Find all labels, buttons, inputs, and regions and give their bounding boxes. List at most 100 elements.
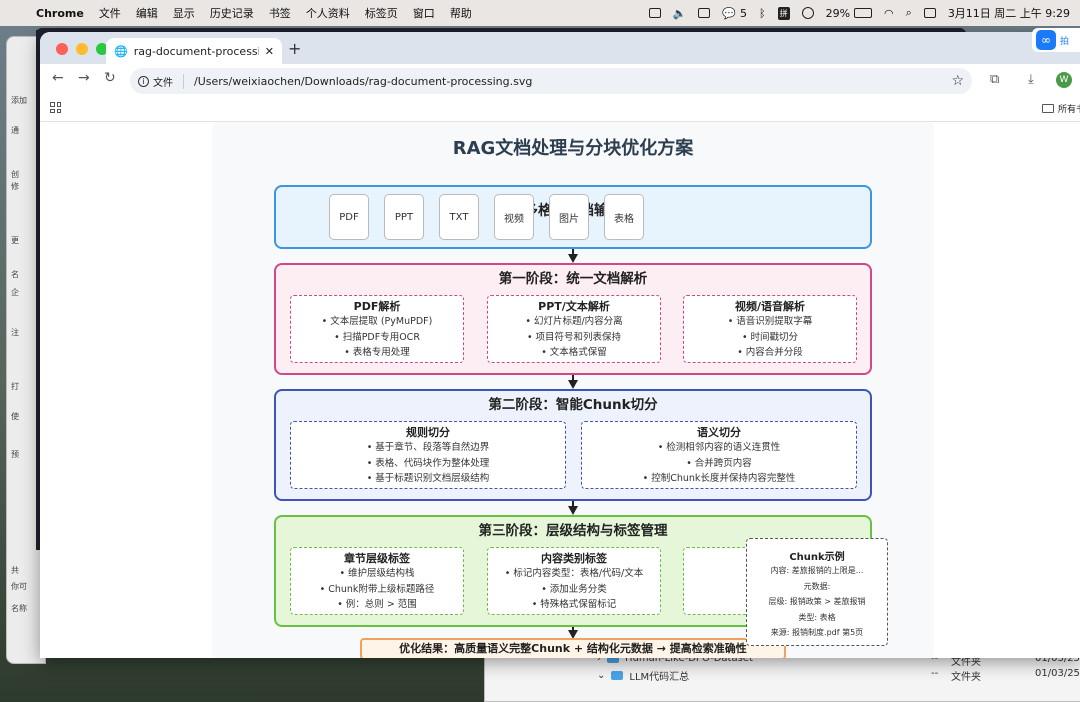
example-title: Chunk示例: [789, 552, 845, 563]
stage2-card-rule: 规则切分 • 基于章节、段落等自然边界 • 表格、代码块作为整体处理 • 基于标…: [290, 421, 566, 489]
baidu-netdisk-widget[interactable]: ∞ 拍: [1032, 28, 1080, 52]
bookmark-star-icon[interactable]: ☆: [951, 73, 964, 89]
finder-row-size: --: [931, 668, 939, 679]
wifi-icon[interactable]: ◠: [884, 7, 894, 20]
side-item: 你可: [11, 582, 27, 591]
menu-help[interactable]: 帮助: [450, 5, 472, 21]
card-line: • 时间戳切分: [741, 331, 799, 343]
menu-tab[interactable]: 标签页: [365, 5, 398, 21]
example-line: 类型: 表格: [798, 612, 836, 622]
card-line: • 基于章节、段落等自然边界: [366, 442, 490, 453]
close-tab-icon[interactable]: ✕: [265, 45, 274, 58]
input-type-pdf: PDF: [329, 194, 369, 240]
card-line: • 控制Chunk长度并保持内容完整性: [642, 473, 796, 484]
forward-button[interactable]: →: [78, 70, 90, 86]
card-line: • 维护层级结构栈: [339, 568, 415, 579]
battery-percent: 29%: [825, 6, 851, 20]
stage1-card-video: 视频/语音解析 • 语音识别提取字幕 • 时间戳切分 • 内容合并分段: [683, 295, 857, 363]
card-title: 视频/语音解析: [734, 300, 806, 313]
card-title: PPT/文本解析: [538, 300, 610, 313]
example-line: 层级: 报销政策 > 差旅报销: [768, 597, 866, 606]
apps-grid-icon[interactable]: [50, 102, 61, 113]
extensions-icon[interactable]: ⧉: [990, 72, 999, 87]
new-tab-button[interactable]: +: [288, 39, 301, 58]
card-line: • 内容合并分段: [737, 347, 803, 358]
card-line: • 特殊格式保留标记: [531, 599, 617, 610]
menu-view[interactable]: 显示: [173, 5, 195, 21]
stage2-title: 第二阶段：智能Chunk切分: [488, 397, 658, 413]
folder-icon: [1042, 104, 1054, 113]
spotlight-search-icon[interactable]: ⌕: [906, 6, 912, 20]
tab-strip: 🌐 rag-document-processing.svg ✕ +: [40, 32, 1080, 64]
card-line: • 基于标题识别文档层级结构: [366, 473, 490, 484]
diagram-title: RAG文档处理与分块优化方案: [452, 138, 694, 159]
flow-arrow: [568, 254, 578, 263]
menu-profiles[interactable]: 个人资料: [306, 5, 350, 21]
card-title: 规则切分: [406, 426, 450, 439]
finder-row[interactable]: ⌄ LLM代码汇总: [597, 668, 689, 683]
menu-window[interactable]: 窗口: [413, 5, 435, 21]
card-line: • 幻灯片标题/内容分离: [525, 316, 623, 327]
example-line: 内容: 差旅报销的上限是...: [770, 566, 864, 575]
profile-avatar[interactable]: W: [1056, 72, 1072, 88]
card-title: 语义切分: [697, 426, 741, 439]
tab-active[interactable]: 🌐 rag-document-processing.svg ✕: [106, 38, 282, 64]
screen-mirror-icon[interactable]: [648, 8, 661, 18]
url-text[interactable]: /Users/weixiaochen/Downloads/rag-documen…: [194, 75, 532, 88]
card-line: • 语音识别提取字幕: [727, 316, 813, 327]
stage3-card-category: 内容类别标签 • 标记内容类型：表格/代码/文本 • 添加业务分类 • 特殊格式…: [487, 547, 661, 615]
wechat-status[interactable]: 💬 5: [722, 7, 747, 20]
card-line: • 项目符号和列表保持: [526, 331, 622, 343]
control-center-icon[interactable]: [923, 8, 936, 18]
page-content: RAG文档处理与分块优化方案 多格式文档输入 PDF PPT TXT 视频 图片…: [40, 122, 1080, 658]
bluetooth-icon[interactable]: ᛒ: [759, 7, 766, 20]
minimize-window-button[interactable]: [76, 43, 88, 55]
menu-edit[interactable]: 编辑: [136, 5, 158, 21]
info-icon: i: [138, 75, 149, 87]
card-line: • 文本层提取 (PyMuPDF): [321, 316, 433, 327]
close-window-button[interactable]: [56, 43, 68, 55]
reload-button[interactable]: ↻: [104, 70, 116, 86]
stage1-title: 第一阶段：统一文档解析: [498, 271, 648, 287]
stage1-box: 第一阶段：统一文档解析 PDF解析 • 文本层提取 (PyMuPDF) • 扫描…: [274, 263, 872, 375]
input-type-image: 图片: [549, 194, 589, 240]
menu-clock[interactable]: 3月11日 周二 上午 9:29: [948, 5, 1070, 21]
side-item: 创: [11, 170, 19, 179]
menu-history[interactable]: 历史记录: [210, 5, 254, 21]
side-item: 打: [11, 382, 19, 391]
volume-icon[interactable]: 🔈: [673, 7, 687, 20]
card-line: • 例：总则 > 范围: [337, 599, 417, 610]
card-line: • 表格、代码块作为整体处理: [366, 457, 490, 469]
side-item: 修: [11, 182, 19, 191]
menu-app-name[interactable]: Chrome: [36, 7, 84, 20]
menu-bookmarks[interactable]: 书签: [269, 5, 291, 21]
folder-icon: [611, 671, 624, 680]
all-bookmarks-button[interactable]: 所有书: [1042, 102, 1080, 115]
user-account-icon[interactable]: [801, 7, 814, 19]
card-line: • 添加业务分类: [541, 583, 607, 595]
side-item: 名称: [11, 604, 27, 613]
battery-status[interactable]: 29%: [825, 6, 873, 20]
site-info-chip[interactable]: i 文件: [138, 73, 184, 89]
card-line: • 扫描PDF专用OCR: [334, 331, 420, 343]
stage2-box: 第二阶段：智能Chunk切分 规则切分 • 基于章节、段落等自然边界 • 表格、…: [274, 389, 872, 501]
wechat-icon: 💬: [722, 6, 736, 20]
side-item: 添加: [11, 96, 27, 105]
address-bar[interactable]: i 文件 /Users/weixiaochen/Downloads/rag-doc…: [130, 68, 972, 94]
stage3-card-chapter: 章节层级标签 • 维护层级结构栈 • Chunk附带上级标题路径 • 例：总则 …: [290, 547, 464, 615]
input-method-icon[interactable]: 拼: [777, 6, 790, 20]
baidu-label: 拍: [1060, 36, 1070, 47]
menu-file[interactable]: 文件: [99, 5, 121, 21]
input-type-table: 表格: [604, 194, 644, 240]
back-button[interactable]: ←: [52, 70, 64, 86]
window-controls: [56, 43, 108, 55]
card-line: • 合并跨页内容: [686, 457, 752, 469]
side-item: 通: [11, 126, 19, 135]
display-icon[interactable]: [698, 8, 711, 18]
example-line: 元数据:: [803, 581, 831, 591]
download-icon[interactable]: ⤓: [1028, 72, 1034, 87]
input-type-ppt: PPT: [384, 194, 424, 240]
stage3-title: 第三阶段：层级结构与标签管理: [478, 523, 668, 539]
flow-arrow: [568, 506, 578, 515]
input-type-txt: TXT: [439, 194, 479, 240]
